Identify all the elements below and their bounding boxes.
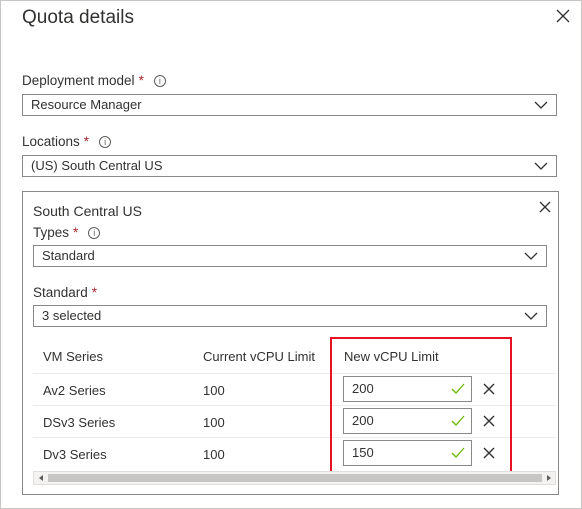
row-divider xyxy=(33,373,556,374)
close-icon[interactable] xyxy=(538,200,552,214)
locations-label-text: Locations xyxy=(22,134,80,149)
horizontal-scrollbar[interactable] xyxy=(33,471,556,485)
table-row-series: Av2 Series xyxy=(43,383,106,398)
scroll-right-icon[interactable] xyxy=(545,474,553,482)
column-header-vm-series: VM Series xyxy=(43,349,103,364)
table-row-series: DSv3 Series xyxy=(43,415,116,430)
table-row-current: 100 xyxy=(203,447,225,462)
chevron-down-icon xyxy=(534,162,548,170)
locations-dropdown[interactable]: (US) South Central US xyxy=(22,155,557,177)
locations-label: Locations * i xyxy=(22,134,112,149)
column-header-current-limit: Current vCPU Limit xyxy=(203,349,315,364)
column-header-new-limit: New vCPU Limit xyxy=(344,349,439,364)
info-icon[interactable]: i xyxy=(99,136,112,148)
table-row-current: 100 xyxy=(203,415,225,430)
checkmark-icon xyxy=(451,447,465,458)
new-limit-value: 200 xyxy=(352,413,374,428)
deployment-model-value: Resource Manager xyxy=(31,97,142,112)
close-icon[interactable] xyxy=(554,7,572,25)
new-limit-value: 200 xyxy=(352,381,374,396)
required-indicator: * xyxy=(91,285,98,300)
scroll-left-icon[interactable] xyxy=(37,474,45,482)
locations-value: (US) South Central US xyxy=(31,158,163,173)
required-indicator: * xyxy=(73,225,79,240)
checkmark-icon xyxy=(451,415,465,426)
standard-value: 3 selected xyxy=(42,308,102,323)
scrollbar-thumb[interactable] xyxy=(48,474,542,482)
deployment-model-label: Deployment model * i xyxy=(22,73,166,88)
info-icon[interactable]: i xyxy=(153,75,166,87)
types-label: Types * i xyxy=(33,225,101,240)
table-row-series: Dv3 Series xyxy=(43,447,107,462)
panel-title: Quota details xyxy=(22,7,134,28)
required-indicator: * xyxy=(138,73,144,88)
chevron-down-icon xyxy=(524,252,538,260)
types-value: Standard xyxy=(42,248,95,263)
standard-label-text: Standard xyxy=(33,285,88,300)
row-divider xyxy=(33,405,556,406)
types-dropdown[interactable]: Standard xyxy=(33,245,547,267)
deployment-model-dropdown[interactable]: Resource Manager xyxy=(22,94,557,116)
new-limit-input[interactable]: 200 xyxy=(343,376,472,402)
required-indicator: * xyxy=(83,134,90,149)
standard-dropdown[interactable]: 3 selected xyxy=(33,305,547,327)
deployment-model-label-text: Deployment model xyxy=(22,73,135,88)
region-title: South Central US xyxy=(33,203,142,219)
remove-row-icon[interactable] xyxy=(482,382,496,396)
region-card: South Central US Types * i Standard Standa… xyxy=(22,191,559,495)
table-row-current: 100 xyxy=(203,383,225,398)
info-icon[interactable]: i xyxy=(88,227,101,239)
remove-row-icon[interactable] xyxy=(482,414,496,428)
types-label-text: Types xyxy=(33,225,70,240)
chevron-down-icon xyxy=(534,101,548,109)
new-limit-input[interactable]: 200 xyxy=(343,408,472,434)
quota-details-panel: Quota details Deployment model * i Resourc… xyxy=(0,0,582,509)
checkmark-icon xyxy=(451,383,465,394)
chevron-down-icon xyxy=(524,312,538,320)
remove-row-icon[interactable] xyxy=(482,446,496,460)
standard-label: Standard * xyxy=(33,285,97,300)
row-divider xyxy=(33,437,556,438)
new-limit-input[interactable]: 150 xyxy=(343,440,472,466)
new-limit-value: 150 xyxy=(352,445,374,460)
